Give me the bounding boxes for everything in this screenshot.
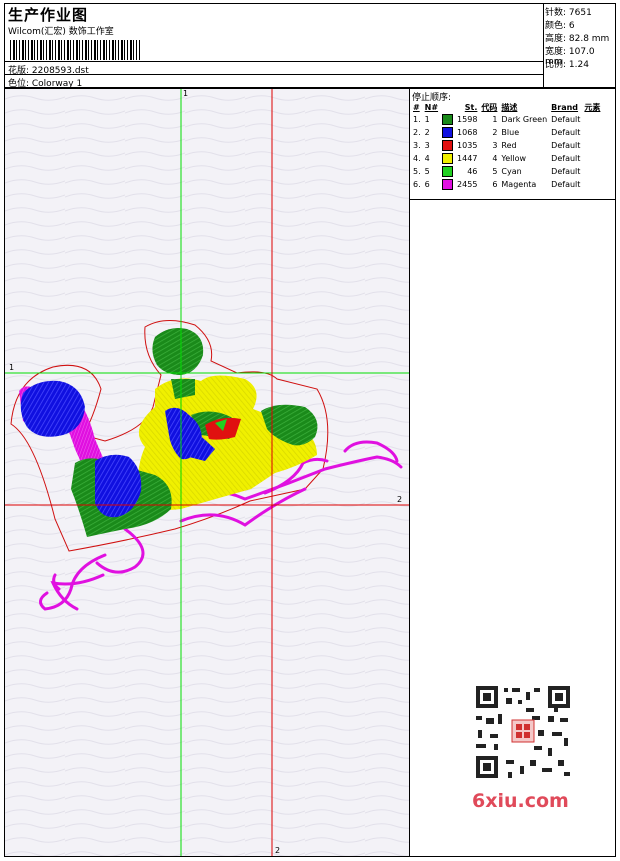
row-desc: Dark Green [501,115,548,124]
row-needle: 4 [424,154,430,163]
axis-label: 1 [183,89,189,98]
row-index: 3. [413,141,421,150]
row-element [582,139,602,152]
row-code: 5 [492,167,498,176]
design-canvas[interactable]: 1 1 2 2 [5,89,410,856]
row-index: 2. [413,128,421,137]
embroidery-preview [5,89,409,856]
col-code: 代码 [481,102,498,112]
watermark-text: 6xiu.com [472,790,569,812]
table-row: 3. 3 1035 3 Red Default [411,139,602,152]
stop-sequence-table: # N# St. 代码 描述 Brand 元素 1. 1 1598 1 Dark Gre… [411,101,602,191]
row-brand: Default [551,128,581,137]
row-stitches: 46 [467,167,478,176]
row-brand: Default [551,141,581,150]
row-swatch [440,165,455,178]
col-stitches: St. [464,102,478,112]
axis-label: 1 [9,363,15,372]
table-row: 5. 5 46 5 Cyan Default [411,165,602,178]
row-element [582,165,602,178]
row-brand: Default [551,115,581,124]
table-row: 2. 2 1068 2 Blue Default [411,126,602,139]
row-brand: Default [551,154,581,163]
barcode [10,40,140,60]
row-stitches: 1068 [457,128,478,137]
row-index: 6. [413,180,421,189]
stitch-count: 针数: 7651 [545,8,592,18]
table-header: # N# St. 代码 描述 Brand 元素 [411,101,602,113]
row-stitches: 2455 [457,180,478,189]
row-code: 1 [492,115,498,124]
axis-label: 2 [275,846,281,855]
production-sheet: 生产作业图 Wilcom(汇宏) 数饰工作室 花版: 2208593.dst 色… [0,0,620,861]
design-scale: 比例: 1.24 [545,60,589,70]
col-brand: Brand [551,102,579,112]
row-desc: Red [501,141,517,150]
row-needle: 5 [424,167,430,176]
row-element [582,113,602,126]
row-swatch [440,113,455,126]
row-element [582,126,602,139]
row-needle: 2 [424,128,430,137]
col-needle: N# [424,102,439,112]
divider [5,74,543,75]
stop-sequence: 停止顺序: # N# St. 代码 描述 Brand 元素 1. 1 1598 … [410,89,615,200]
row-code: 2 [492,128,498,137]
row-swatch [440,139,455,152]
table-row: 6. 6 2455 6 Magenta Default [411,178,602,191]
row-needle: 6 [424,180,430,189]
row-index: 4. [413,154,421,163]
color-swatch [442,166,454,177]
color-swatch [442,179,454,190]
row-stitches: 1598 [457,115,478,124]
color-swatch [442,153,454,164]
row-code: 6 [492,180,498,189]
color-swatch [442,140,454,151]
row-element [582,152,602,165]
stop-sequence-rows: 1. 1 1598 1 Dark Green Default 2. 2 1068 2 Blue Def… [411,113,602,191]
row-desc: Magenta [501,180,537,189]
green-flower [152,328,204,375]
col-desc: 描述 [501,102,518,112]
row-needle: 1 [424,115,430,124]
page-title: 生产作业图 [8,6,89,24]
header-info: 生产作业图 Wilcom(汇宏) 数饰工作室 花版: 2208593.dst 色… [5,4,544,89]
row-swatch [440,126,455,139]
row-element [582,178,602,191]
row-index: 5. [413,167,421,176]
divider [5,61,543,62]
header: 生产作业图 Wilcom(汇宏) 数饰工作室 花版: 2208593.dst 色… [4,3,616,89]
axis-label: 2 [397,495,403,504]
qr-code [468,682,578,802]
row-code: 4 [492,154,498,163]
row-brand: Default [551,167,581,176]
color-swatch [442,127,454,138]
row-swatch [440,178,455,191]
qr-code-graphic [468,682,578,782]
row-desc: Cyan [501,167,522,176]
row-desc: Yellow [501,154,527,163]
row-desc: Blue [501,128,520,137]
row-needle: 3 [424,141,430,150]
color-swatch [442,114,454,125]
col-index: # [413,102,420,112]
col-element: 元素 [584,102,601,112]
row-stitches: 1447 [457,154,478,163]
row-brand: Default [551,180,581,189]
company-name: Wilcom(汇宏) 数饰工作室 [8,27,114,37]
design-height: 高度: 82.8 mm [545,34,610,44]
row-stitches: 1035 [457,141,478,150]
design-stats: 针数: 7651 颜色: 6 高度: 82.8 mm 宽度: 107.0 mm … [543,4,615,87]
col-swatch [440,101,455,113]
table-row: 1. 1 1598 1 Dark Green Default [411,113,602,126]
row-code: 3 [492,141,498,150]
color-count: 颜色: 6 [545,21,575,31]
table-row: 4. 4 1447 4 Yellow Default [411,152,602,165]
row-swatch [440,152,455,165]
row-index: 1. [413,115,421,124]
